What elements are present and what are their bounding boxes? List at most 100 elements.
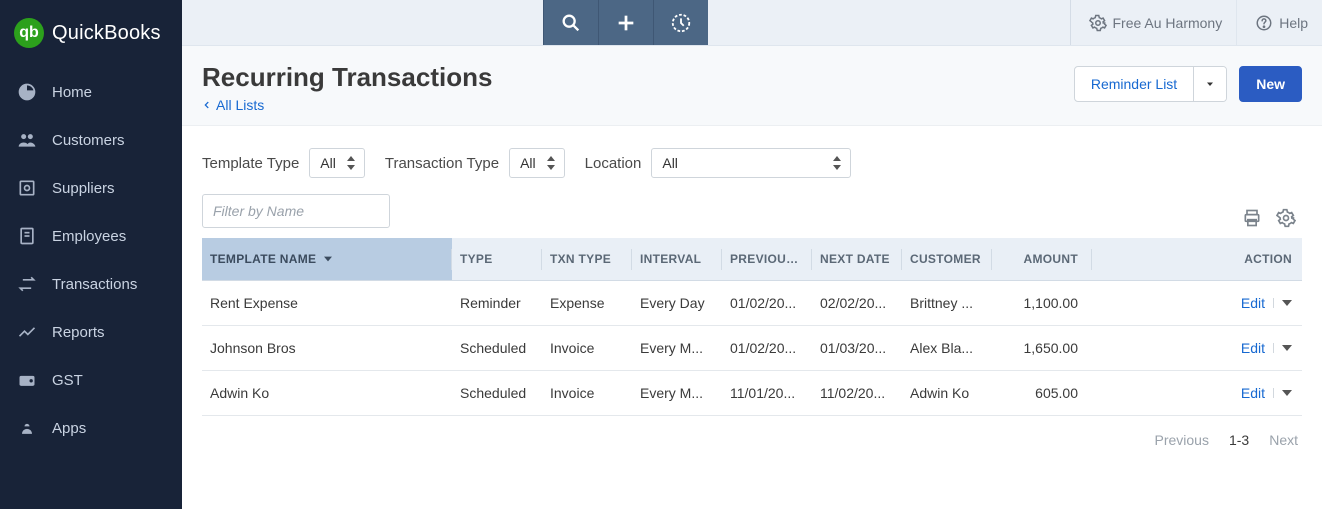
- cell-type: Reminder: [452, 281, 542, 326]
- cell-type: Scheduled: [452, 326, 542, 371]
- back-to-all-lists[interactable]: All Lists: [202, 97, 264, 113]
- col-label: INTERVAL: [640, 252, 701, 266]
- cell-action: Edit: [1092, 326, 1302, 371]
- edit-label: Edit: [1241, 385, 1265, 401]
- template-type-select[interactable]: All: [309, 148, 365, 178]
- reminder-list-button-group: Reminder List: [1074, 66, 1227, 102]
- table-row[interactable]: Adwin KoScheduledInvoiceEvery M...11/01/…: [202, 371, 1302, 416]
- sort-desc-icon: [324, 255, 332, 263]
- sidebar-item-label: Reports: [52, 324, 105, 341]
- sort-icon: [832, 156, 842, 170]
- reminder-list-button[interactable]: Reminder List: [1075, 67, 1193, 101]
- cell-next-date: 11/02/20...: [812, 371, 902, 416]
- new-button[interactable]: New: [1239, 66, 1302, 102]
- employees-icon: [16, 225, 38, 247]
- print-icon: [1242, 208, 1262, 228]
- transactions-icon: [16, 273, 38, 295]
- cell-next-date: 02/02/20...: [812, 281, 902, 326]
- sidebar-item-label: Home: [52, 84, 92, 101]
- page-header: Recurring Transactions All Lists Reminde…: [182, 46, 1322, 126]
- filter-by-name-input[interactable]: [202, 194, 390, 228]
- row-edit-button[interactable]: Edit: [1241, 295, 1292, 311]
- harmony-link[interactable]: Free Au Harmony: [1070, 0, 1237, 45]
- print-button[interactable]: [1242, 208, 1262, 228]
- transaction-type-value: All: [520, 155, 536, 171]
- cell-interval: Every Day: [632, 281, 722, 326]
- customers-icon: [16, 129, 38, 151]
- cell-type: Scheduled: [452, 371, 542, 416]
- back-link-label: All Lists: [216, 97, 264, 113]
- sidebar-item-employees[interactable]: Employees: [0, 212, 182, 260]
- cell-previous-date: 01/02/20...: [722, 326, 812, 371]
- create-button[interactable]: [598, 0, 653, 45]
- location-label: Location: [585, 155, 642, 172]
- cell-customer: Brittney ...: [902, 281, 992, 326]
- edit-label: Edit: [1241, 295, 1265, 311]
- sidebar-item-transactions[interactable]: Transactions: [0, 260, 182, 308]
- cell-action: Edit: [1092, 281, 1302, 326]
- sidebar-item-home[interactable]: Home: [0, 68, 182, 116]
- reminder-list-dropdown[interactable]: [1193, 67, 1226, 101]
- app-name: QuickBooks: [52, 22, 161, 45]
- transaction-type-select[interactable]: All: [509, 148, 565, 178]
- table-row[interactable]: Rent ExpenseReminderExpenseEvery Day01/0…: [202, 281, 1302, 326]
- sidebar-item-label: Employees: [52, 228, 126, 245]
- quickbooks-logo-icon: qb: [14, 18, 44, 48]
- col-txn-type[interactable]: TXN TYPE: [542, 238, 632, 281]
- col-interval[interactable]: INTERVAL: [632, 238, 722, 281]
- help-icon: [1255, 14, 1273, 32]
- cell-customer: Adwin Ko: [902, 371, 992, 416]
- help-link[interactable]: Help: [1236, 0, 1322, 45]
- col-label: TEMPLATE NAME: [210, 252, 316, 266]
- table-row[interactable]: Johnson BrosScheduledInvoiceEvery M...01…: [202, 326, 1302, 371]
- sidebar-item-customers[interactable]: Customers: [0, 116, 182, 164]
- cell-amount: 1,650.00: [992, 326, 1092, 371]
- gear-icon: [1089, 14, 1107, 32]
- cell-amount: 1,100.00: [992, 281, 1092, 326]
- sidebar-item-reports[interactable]: Reports: [0, 308, 182, 356]
- location-select[interactable]: All: [651, 148, 851, 178]
- sidebar-item-label: GST: [52, 372, 83, 389]
- col-template-name[interactable]: TEMPLATE NAME: [202, 238, 452, 281]
- col-amount[interactable]: AMOUNT: [992, 238, 1092, 281]
- template-type-label: Template Type: [202, 155, 299, 172]
- suppliers-icon: [16, 177, 38, 199]
- sidebar-item-apps[interactable]: Apps: [0, 404, 182, 452]
- table-toolbar: [1242, 208, 1302, 228]
- col-label: TYPE: [460, 252, 493, 266]
- sidebar-item-suppliers[interactable]: Suppliers: [0, 164, 182, 212]
- cell-template-name: Adwin Ko: [202, 371, 452, 416]
- row-edit-button[interactable]: Edit: [1241, 340, 1292, 356]
- edit-label: Edit: [1241, 340, 1265, 356]
- gear-icon: [1276, 208, 1296, 228]
- pagination-previous[interactable]: Previous: [1155, 432, 1209, 448]
- settings-button[interactable]: [1276, 208, 1296, 228]
- sidebar-item-label: Suppliers: [52, 180, 115, 197]
- col-type[interactable]: TYPE: [452, 238, 542, 281]
- row-edit-button[interactable]: Edit: [1241, 385, 1292, 401]
- search-button[interactable]: [543, 0, 598, 45]
- cell-previous-date: 11/01/20...: [722, 371, 812, 416]
- recent-button[interactable]: [653, 0, 708, 45]
- logo-letters: qb: [19, 24, 39, 42]
- plus-icon: [615, 12, 637, 34]
- main-content: Free Au Harmony Help Recurring Transacti…: [182, 0, 1322, 509]
- cell-interval: Every M...: [632, 326, 722, 371]
- row-action-dropdown[interactable]: [1273, 298, 1292, 308]
- sidebar: qb QuickBooks Home Customers Suppliers E…: [0, 0, 182, 509]
- recurring-transactions-table: TEMPLATE NAME TYPE TXN TYPE INTERVAL PRE…: [202, 238, 1302, 416]
- col-customer[interactable]: CUSTOMER: [902, 238, 992, 281]
- pagination: Previous 1-3 Next: [182, 416, 1322, 464]
- cell-amount: 605.00: [992, 371, 1092, 416]
- row-action-dropdown[interactable]: [1273, 388, 1292, 398]
- app-logo: qb QuickBooks: [0, 0, 182, 68]
- pagination-next[interactable]: Next: [1269, 432, 1298, 448]
- col-previous-date[interactable]: PREVIOUS D: [722, 238, 812, 281]
- transaction-type-label: Transaction Type: [385, 155, 499, 172]
- cell-previous-date: 01/02/20...: [722, 281, 812, 326]
- col-next-date[interactable]: NEXT DATE: [812, 238, 902, 281]
- row-action-dropdown[interactable]: [1273, 343, 1292, 353]
- sidebar-item-gst[interactable]: GST: [0, 356, 182, 404]
- location-value: All: [662, 155, 678, 171]
- cell-txn-type: Invoice: [542, 326, 632, 371]
